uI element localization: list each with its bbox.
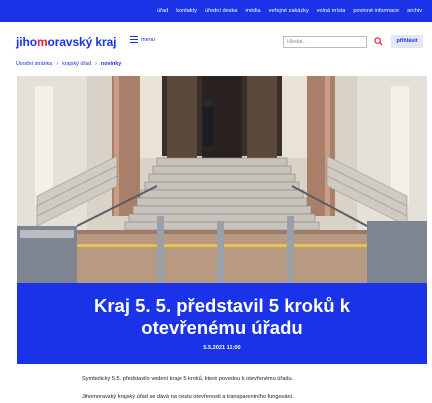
chevron-right-icon: ›	[95, 61, 97, 67]
topnav-link-archiv[interactable]: archiv	[407, 8, 422, 14]
site-header: jihomoravský kraj menu Hledat… přihlásit	[0, 22, 432, 56]
hamburger-icon	[130, 36, 138, 43]
breadcrumb-current: novinky	[100, 61, 122, 67]
topnav-link-uredni-deska[interactable]: úřední deska	[205, 8, 237, 14]
article-title-band: Kraj 5. 5. představil 5 kroků k otevřené…	[17, 283, 427, 364]
site-logo[interactable]: jihomoravský kraj	[16, 35, 116, 49]
topnav-link-povinne-informace[interactable]: povinné informace	[353, 8, 399, 14]
article-body: Symbolicky 5.5. představilo vedení kraje…	[82, 375, 382, 403]
menu-button-label: menu	[141, 36, 155, 43]
topnav-link-verejne-zakazky[interactable]: veřejné zakázky	[269, 8, 309, 14]
top-navigation: úřad kontakty úřední deska média veřejné…	[0, 0, 432, 22]
search-icon[interactable]	[374, 37, 383, 46]
staircase-photo	[17, 76, 427, 286]
topnav-link-media[interactable]: média	[245, 8, 260, 14]
breadcrumb-section[interactable]: krajský úřad	[62, 61, 91, 67]
search-input[interactable]: Hledat…	[283, 36, 367, 48]
menu-button[interactable]: menu	[130, 36, 155, 43]
article-hero-image	[17, 76, 427, 286]
chevron-right-icon: ›	[56, 61, 59, 67]
topnav-link-volna-mista[interactable]: volná místa	[317, 8, 346, 14]
breadcrumb: Úvodní stránka › krajský úřad › novinky	[16, 61, 121, 67]
article-title: Kraj 5. 5. představil 5 kroků k otevřené…	[93, 295, 351, 338]
article-date: 5.5.2021 11:00	[203, 345, 241, 351]
topnav-link-urad[interactable]: úřad	[157, 8, 168, 14]
article-paragraph: Jihomoravský krajský úřad se dává na ces…	[82, 394, 294, 400]
login-button[interactable]: přihlásit	[391, 35, 423, 48]
article-paragraph: Symbolicky 5.5. představilo vedení kraje…	[82, 376, 294, 382]
breadcrumb-home[interactable]: Úvodní stránka	[16, 61, 52, 67]
topnav-link-kontakty[interactable]: kontakty	[176, 8, 197, 14]
